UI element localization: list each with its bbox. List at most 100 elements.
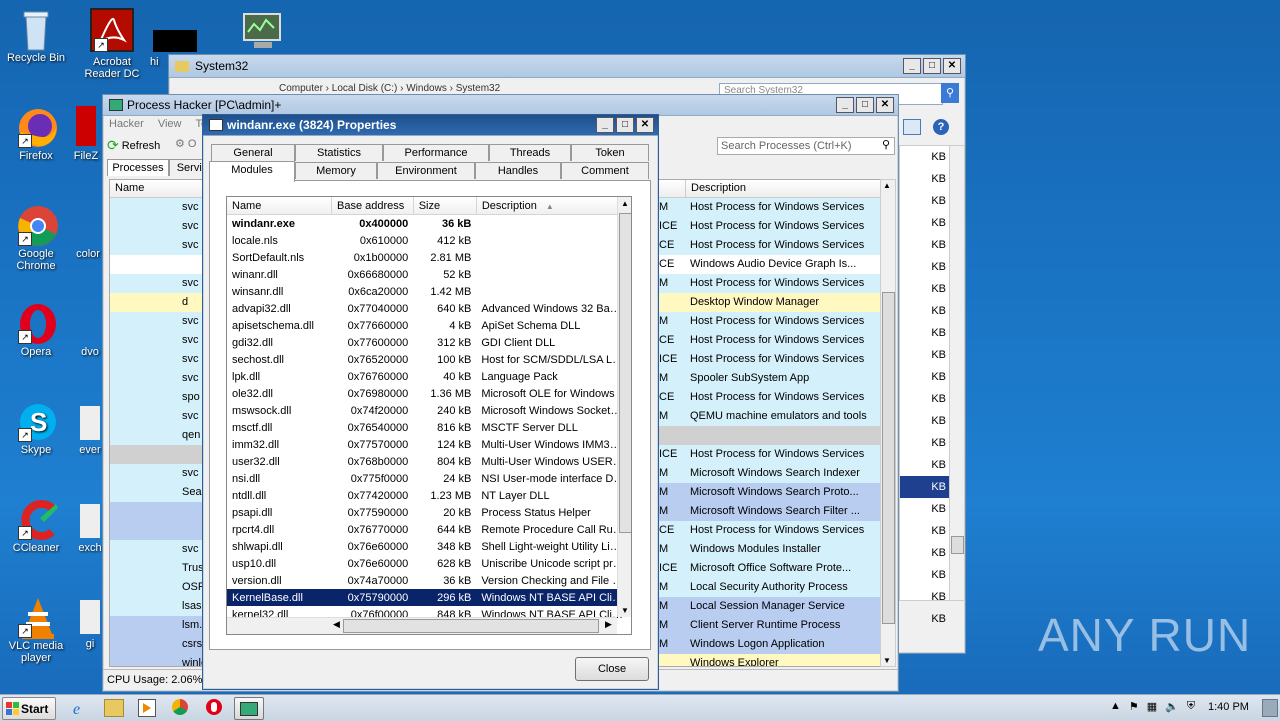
desktop-icon-vlc[interactable]: ↗ VLC media player: [0, 596, 72, 664]
properties-titlebar[interactable]: windanr.exe (3824) Properties _ □ ✕: [203, 115, 658, 136]
process-row[interactable]: OSF: [110, 578, 214, 597]
process-row[interactable]: [110, 445, 214, 464]
tab-statistics[interactable]: Statistics: [295, 144, 383, 161]
process-description-row[interactable]: [659, 426, 881, 445]
process-description-row[interactable]: ICE Microsoft Office Software Prote...: [659, 559, 881, 578]
tab-threads[interactable]: Threads: [489, 144, 571, 161]
show-desktop-button[interactable]: [1262, 699, 1278, 717]
hscrollbar-thumb[interactable]: [343, 619, 599, 633]
tab-token[interactable]: Token: [571, 144, 649, 161]
process-description-row[interactable]: M Client Server Runtime Process: [659, 616, 881, 635]
tray-expand-icon[interactable]: ▲: [1110, 700, 1121, 713]
process-description-row[interactable]: M QEMU machine emulators and tools: [659, 407, 881, 426]
process-hacker-titlebar[interactable]: Process Hacker [PC\admin]+ _ □ ✕: [103, 95, 898, 116]
process-row[interactable]: svc: [110, 350, 214, 369]
modules-vscrollbar[interactable]: ▲ ▼: [617, 197, 631, 617]
module-row[interactable]: mswsock.dll 0x74f20000 240 kB Microsoft Win…: [227, 402, 631, 419]
explorer-scrollbar[interactable]: [949, 145, 965, 601]
module-row[interactable]: ntdll.dll 0x77420000 1.23 MB NT Layer DLL: [227, 487, 631, 504]
module-row[interactable]: usp10.dll 0x76e60000 628 kB Uniscribe Unico…: [227, 555, 631, 572]
scrollbar-thumb[interactable]: [619, 213, 631, 533]
module-row[interactable]: locale.nls 0x610000 412 kB: [227, 232, 631, 249]
process-description-row[interactable]: M Microsoft Windows Search Filter ...: [659, 502, 881, 521]
clock[interactable]: 1:40 PM: [1208, 701, 1249, 713]
module-row[interactable]: rpcrt4.dll 0x76770000 644 kB Remote Procedu…: [227, 521, 631, 538]
tab-processes[interactable]: Processes: [107, 159, 169, 176]
desktop-icon-recycle-bin[interactable]: Recycle Bin: [0, 8, 72, 64]
process-row[interactable]: qen: [110, 426, 214, 445]
tab-modules[interactable]: Modules: [209, 161, 295, 182]
desktop-icon-firefox[interactable]: ↗ Firefox: [0, 106, 72, 162]
module-row[interactable]: shlwapi.dll 0x76e60000 348 kB Shell Light-w…: [227, 538, 631, 555]
desktop-icon-skype[interactable]: S ↗ Skype: [0, 400, 72, 456]
process-row[interactable]: svc: [110, 236, 214, 255]
module-row[interactable]: imm32.dll 0x77570000 124 kB Multi-User Wind…: [227, 436, 631, 453]
monitor-app-icon[interactable]: [238, 12, 284, 52]
process-description-row[interactable]: CE Host Process for Windows Services: [659, 388, 881, 407]
process-row[interactable]: lsass.e: [110, 597, 214, 616]
process-list-scrollbar[interactable]: ▲ ▼: [880, 179, 896, 667]
scroll-up-icon[interactable]: ▲: [883, 181, 891, 190]
process-description-row[interactable]: CE Windows Audio Device Graph Is...: [659, 255, 881, 274]
tray-security-icon[interactable]: ⛨: [1187, 700, 1195, 713]
process-row[interactable]: [110, 521, 214, 540]
tab-performance[interactable]: Performance: [383, 144, 489, 161]
tab-environment[interactable]: Environment: [377, 162, 475, 179]
scrollbar-thumb[interactable]: [951, 536, 964, 554]
process-row[interactable]: Sea: [110, 483, 214, 502]
column-header-name[interactable]: Name: [110, 180, 214, 198]
desktop-icon-opera[interactable]: ↗ Opera: [0, 302, 72, 358]
close-dialog-button[interactable]: Close: [575, 657, 649, 681]
tray-network-icon[interactable]: ▦: [1147, 700, 1157, 713]
process-row[interactable]: svc: [110, 312, 214, 331]
chrome-taskbar-icon[interactable]: [172, 699, 188, 715]
column-header-size[interactable]: Size: [413, 197, 477, 215]
process-description-row[interactable]: CE Host Process for Windows Services: [659, 331, 881, 350]
process-row[interactable]: d: [110, 293, 214, 312]
process-row[interactable]: svc: [110, 198, 214, 217]
help-icon[interactable]: ?: [933, 119, 949, 135]
media-player-icon[interactable]: [138, 699, 156, 717]
preview-pane-icon[interactable]: [903, 119, 921, 135]
process-description-row[interactable]: CE Host Process for Windows Services: [659, 521, 881, 540]
scrollbar-thumb[interactable]: [882, 292, 895, 624]
column-header-base-address[interactable]: Base address: [331, 197, 414, 215]
scroll-right-icon[interactable]: ▶: [605, 619, 612, 630]
process-description-row[interactable]: M Microsoft Windows Search Indexer: [659, 464, 881, 483]
process-row[interactable]: Trus: [110, 559, 214, 578]
module-row[interactable]: psapi.dll 0x77590000 20 kB Process Status H…: [227, 504, 631, 521]
close-button[interactable]: ✕: [876, 97, 894, 113]
module-row[interactable]: KernelBase.dll 0x75790000 296 kB Windows NT…: [227, 589, 631, 606]
process-description-row[interactable]: ICE Host Process for Windows Services: [659, 350, 881, 369]
process-row[interactable]: svc: [110, 464, 214, 483]
refresh-button[interactable]: ⟳ Refresh: [107, 137, 160, 154]
module-row[interactable]: nsi.dll 0x775f0000 24 kB NSI User-mode inte…: [227, 470, 631, 487]
process-description-row[interactable]: M Host Process for Windows Services: [659, 312, 881, 331]
process-row[interactable]: svc: [110, 217, 214, 236]
process-description-row[interactable]: M Microsoft Windows Search Proto...: [659, 483, 881, 502]
menu-view[interactable]: View: [158, 118, 182, 130]
scroll-up-icon[interactable]: ▲: [621, 199, 629, 208]
minimize-button[interactable]: _: [836, 97, 854, 113]
column-header-description[interactable]: Description ▲: [476, 197, 631, 215]
process-description-row[interactable]: CE Host Process for Windows Services: [659, 236, 881, 255]
menu-hacker[interactable]: Hacker: [109, 118, 144, 130]
process-row[interactable]: svc: [110, 331, 214, 350]
process-row[interactable]: [110, 255, 214, 274]
close-button[interactable]: ✕: [943, 58, 961, 74]
module-row[interactable]: sechost.dll 0x76520000 100 kB Host for SCM/…: [227, 351, 631, 368]
process-description-row[interactable]: ICE Host Process for Windows Services: [659, 445, 881, 464]
process-row[interactable]: lsm.exe: [110, 616, 214, 635]
process-row[interactable]: spo: [110, 388, 214, 407]
process-row[interactable]: svc: [110, 274, 214, 293]
column-header-description[interactable]: Description: [686, 180, 746, 197]
tab-general[interactable]: General: [211, 144, 295, 161]
explorer-titlebar[interactable]: System32 _ □ ✕: [169, 55, 965, 78]
scroll-left-icon[interactable]: ◀: [333, 619, 340, 630]
process-row[interactable]: svc: [110, 407, 214, 426]
process-description-row[interactable]: M Spooler SubSystem App: [659, 369, 881, 388]
tray-flag-icon[interactable]: ⚑: [1129, 700, 1139, 713]
tab-handles[interactable]: Handles: [475, 162, 561, 179]
tab-comment[interactable]: Comment: [561, 162, 649, 179]
scroll-down-icon[interactable]: ▼: [883, 656, 891, 665]
